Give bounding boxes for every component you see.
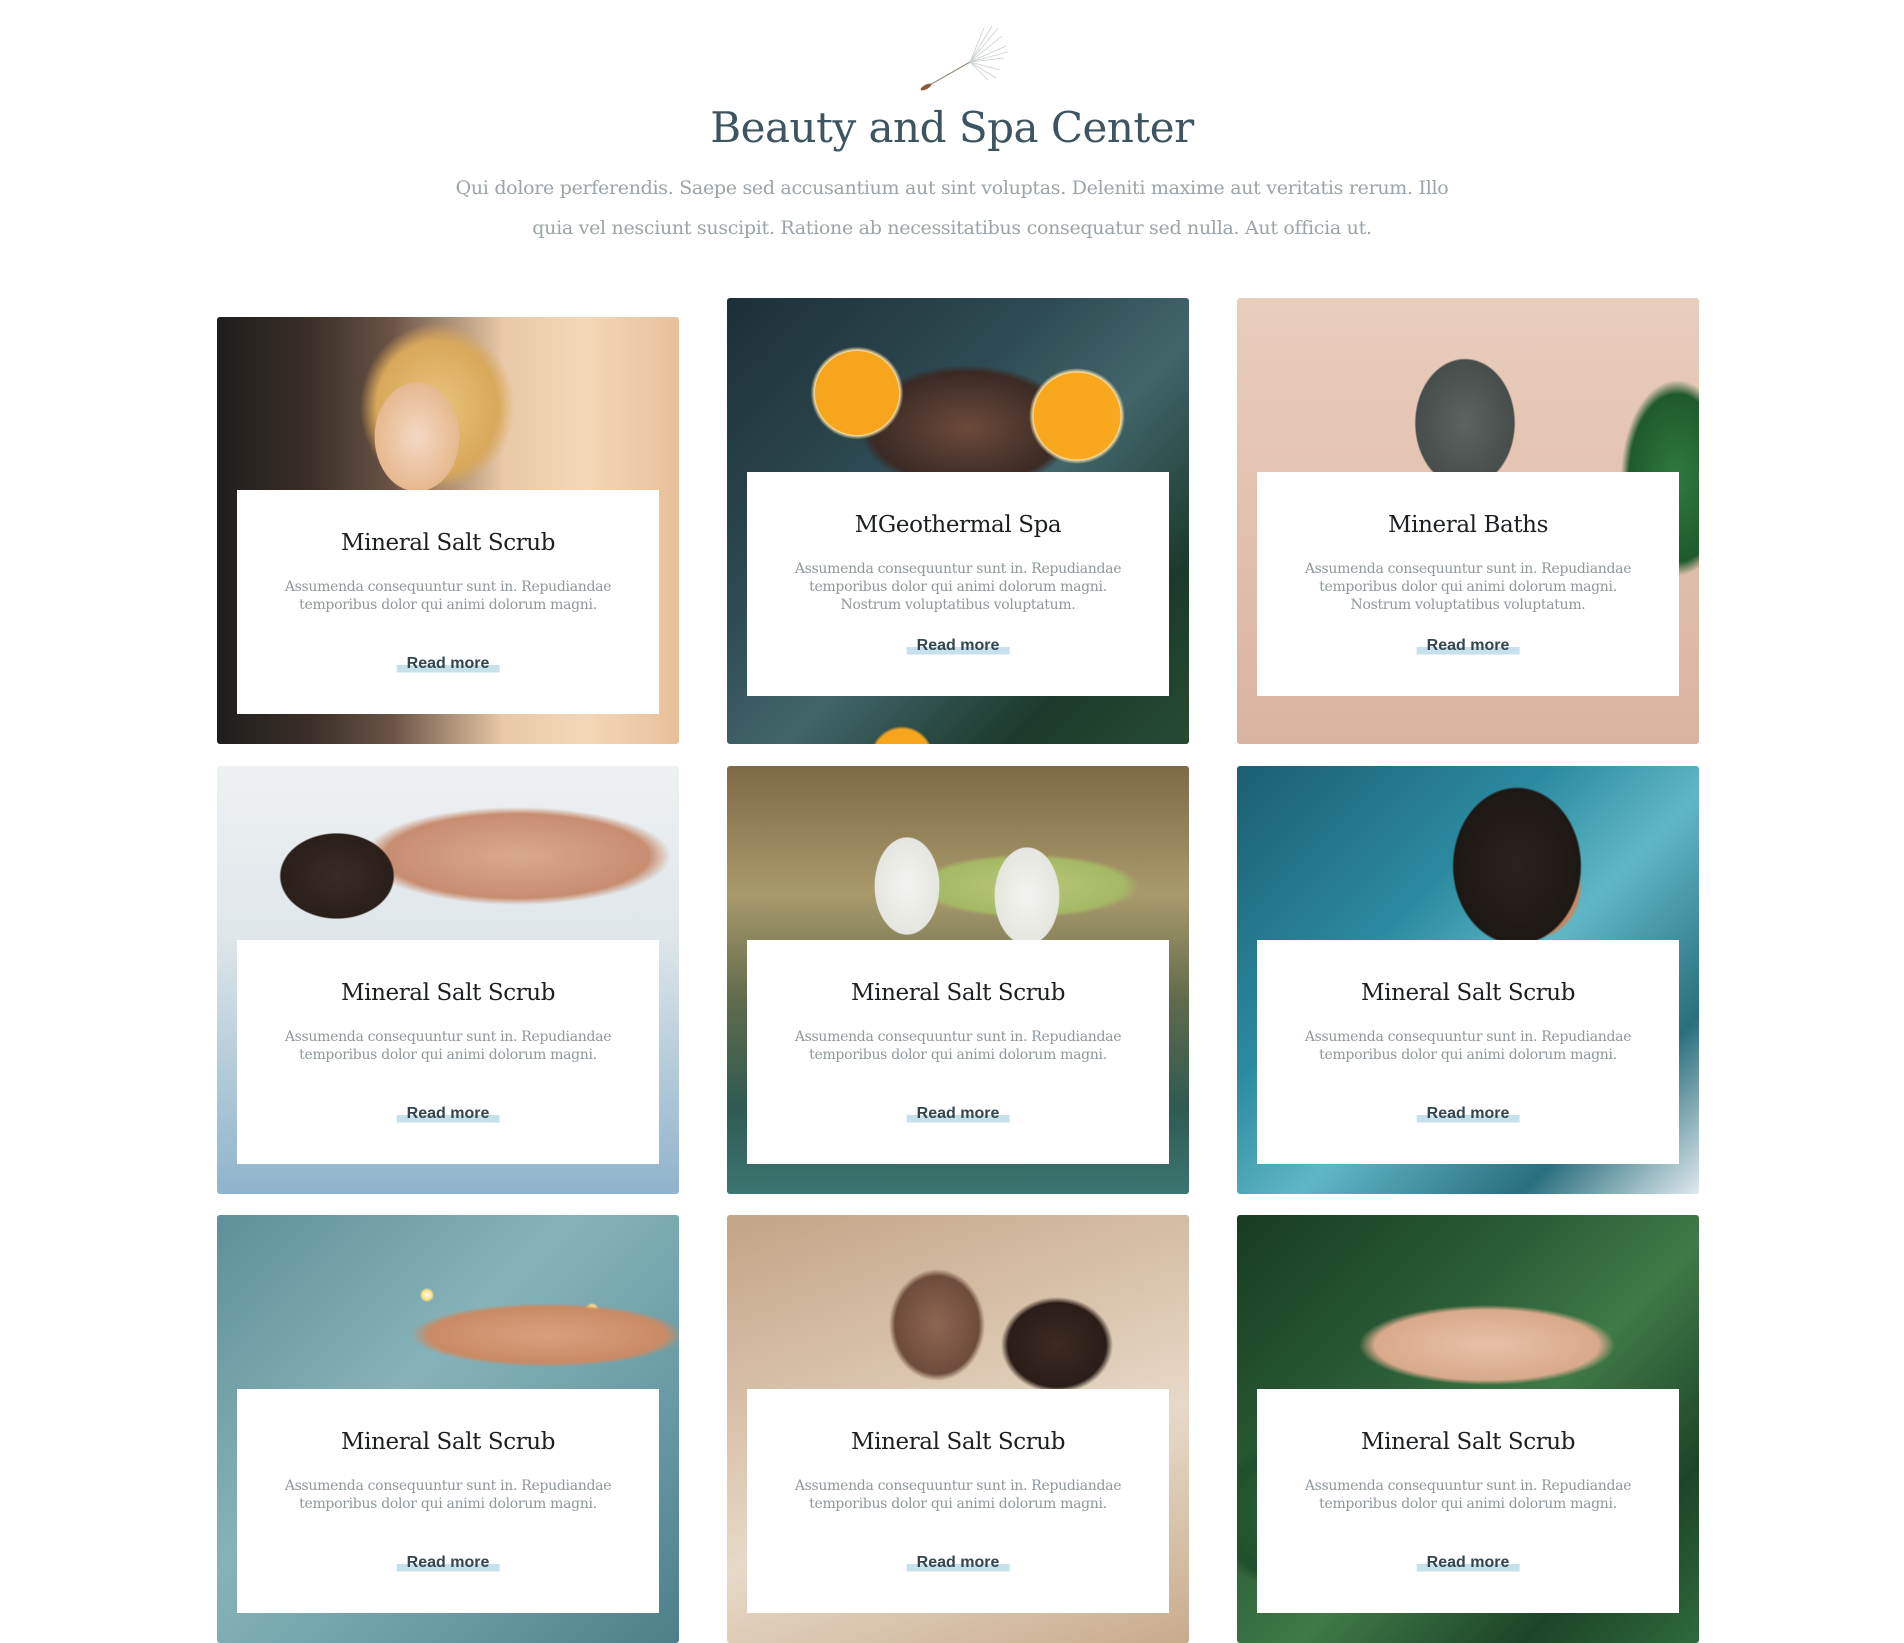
card-description: Assumenda consequuntur sunt in. Repudian… <box>284 1029 612 1063</box>
card-description: Assumenda consequuntur sunt in. Repudian… <box>284 579 612 613</box>
service-card[interactable]: Mineral Salt Scrub Assumenda consequuntu… <box>217 1215 679 1643</box>
card-description: Assumenda consequuntur sunt in. Repudian… <box>794 1029 1122 1063</box>
card-title: Mineral Baths <box>1388 512 1548 538</box>
service-card[interactable]: Mineral Salt Scrub Assumenda consequuntu… <box>1237 1215 1699 1643</box>
card-panel: Mineral Salt Scrub Assumenda consequuntu… <box>747 1389 1169 1613</box>
read-more-link[interactable]: Read more <box>906 636 1010 656</box>
card-title: Mineral Salt Scrub <box>1360 980 1576 1006</box>
service-card[interactable]: Mineral Salt Scrub Assumenda consequuntu… <box>217 317 679 744</box>
card-title: Mineral Salt Scrub <box>340 530 556 556</box>
card-panel: Mineral Baths Assumenda consequuntur sun… <box>1257 472 1679 696</box>
page-subtitle: Qui dolore perferendis. Saepe sed accusa… <box>455 177 1449 239</box>
dandelion-seed-icon <box>920 25 1009 91</box>
card-title: Mineral Salt Scrub <box>1360 1429 1576 1455</box>
read-more-link[interactable]: Read more <box>1416 1553 1520 1573</box>
card-description: Assumenda consequuntur sunt in. Repudian… <box>794 561 1122 613</box>
card-panel: Mineral Salt Scrub Assumenda consequuntu… <box>747 940 1169 1164</box>
card-panel: Mineral Salt Scrub Assumenda consequuntu… <box>1257 940 1679 1164</box>
read-more-link[interactable]: Read more <box>1416 1104 1520 1124</box>
card-title: Mineral Salt Scrub <box>340 1429 556 1455</box>
card-panel: MGeothermal Spa Assumenda consequuntur s… <box>747 472 1169 696</box>
service-card[interactable]: Mineral Salt Scrub Assumenda consequuntu… <box>1237 766 1699 1194</box>
card-description: Assumenda consequuntur sunt in. Repudian… <box>284 1478 612 1512</box>
read-more-link[interactable]: Read more <box>906 1104 1010 1124</box>
card-panel: Mineral Salt Scrub Assumenda consequuntu… <box>237 940 659 1164</box>
card-panel: Mineral Salt Scrub Assumenda consequuntu… <box>237 1389 659 1613</box>
service-card[interactable]: Mineral Salt Scrub Assumenda consequuntu… <box>727 766 1189 1194</box>
card-panel: Mineral Salt Scrub Assumenda consequuntu… <box>1257 1389 1679 1613</box>
card-title: Mineral Salt Scrub <box>340 980 556 1006</box>
read-more-link[interactable]: Read more <box>396 654 500 674</box>
read-more-link[interactable]: Read more <box>396 1553 500 1573</box>
card-description: Assumenda consequuntur sunt in. Repudian… <box>1304 1478 1632 1512</box>
page-title: Beauty and Spa Center <box>710 103 1194 152</box>
service-card[interactable]: Mineral Salt Scrub Assumenda consequuntu… <box>217 766 679 1194</box>
card-title: Mineral Salt Scrub <box>850 980 1066 1006</box>
read-more-link[interactable]: Read more <box>396 1104 500 1124</box>
card-description: Assumenda consequuntur sunt in. Repudian… <box>1304 561 1632 613</box>
card-title: Mineral Salt Scrub <box>850 1429 1066 1455</box>
read-more-link[interactable]: Read more <box>906 1553 1010 1573</box>
service-card[interactable]: MGeothermal Spa Assumenda consequuntur s… <box>727 298 1189 744</box>
card-title: MGeothermal Spa <box>854 512 1062 538</box>
card-panel: Mineral Salt Scrub Assumenda consequuntu… <box>237 490 659 714</box>
read-more-link[interactable]: Read more <box>1416 636 1520 656</box>
service-card[interactable]: Mineral Salt Scrub Assumenda consequuntu… <box>727 1215 1189 1643</box>
service-card[interactable]: Mineral Baths Assumenda consequuntur sun… <box>1237 298 1699 744</box>
card-description: Assumenda consequuntur sunt in. Repudian… <box>794 1478 1122 1512</box>
card-description: Assumenda consequuntur sunt in. Repudian… <box>1304 1029 1632 1063</box>
